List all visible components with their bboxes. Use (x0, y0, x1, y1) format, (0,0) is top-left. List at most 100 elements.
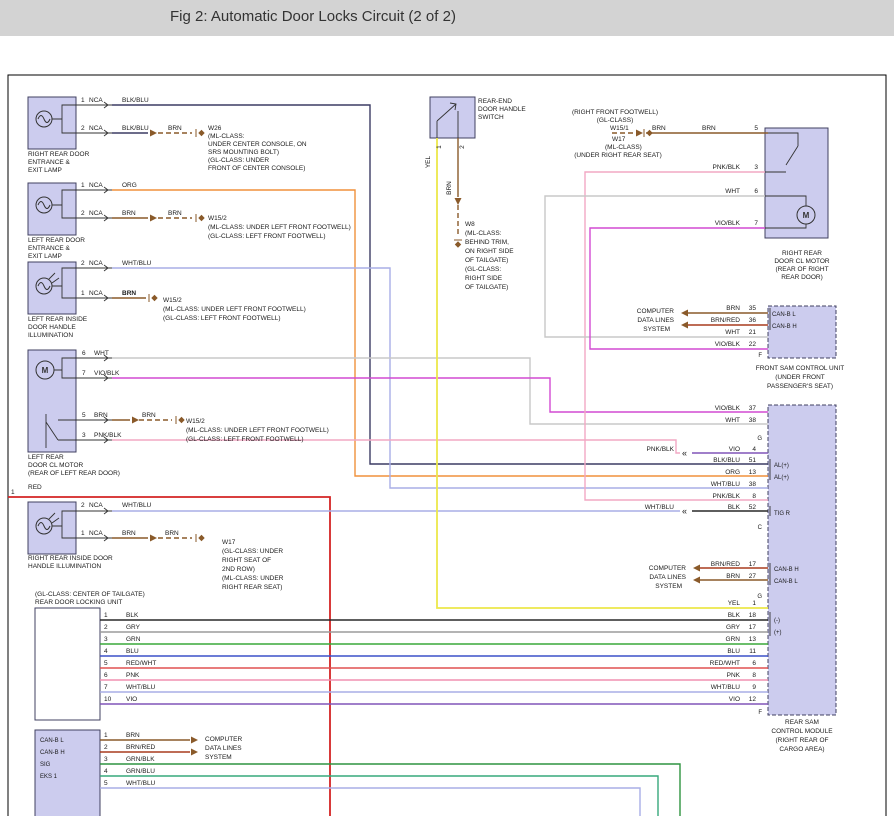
label-rear-end-16: REAR-END (478, 98, 512, 105)
label-gl-class-under-84: (GL-CLASS: UNDER (222, 548, 283, 555)
label-38-146: 38 (749, 481, 757, 488)
label-under-right-rear-seat-109: (UNDER RIGHT REAR SEAT) (574, 152, 662, 159)
label-illumination-8: ILLUMINATION (28, 332, 73, 339)
label-ml-class-under-left-front-footwell-78: (ML-CLASS: UNDER LEFT FRONT FOOTWELL) (163, 306, 306, 313)
label-brn-red-158: BRN/RED (711, 561, 741, 568)
label-nca-31: NCA (89, 97, 103, 104)
label-1-64: 1 (81, 530, 85, 537)
label-4-138: 4 (752, 446, 756, 453)
wire-grn-blu-30 (100, 776, 658, 816)
label-passenger-s-seat-25: PASSENGER'S SEAT) (767, 383, 833, 390)
label-brn-49: BRN (122, 290, 136, 297)
label--150: « (682, 506, 687, 516)
label-data-lines-117: DATA LINES (637, 317, 674, 324)
label-cargo-area-29: CARGO AREA) (779, 746, 824, 753)
data-line-arrow-left-icon (693, 577, 700, 584)
label-rear-door-locking-unit-15: REAR DOOR LOCKING UNIT (35, 599, 122, 606)
label-data-lines-217: DATA LINES (205, 745, 242, 752)
label-door-cl-motor-10: DOOR CL MOTOR (28, 462, 84, 469)
label-wht-blu-149: WHT/BLU (645, 504, 675, 511)
label-gl-class-94: (GL-CLASS: (465, 266, 501, 273)
label-7-115: 7 (754, 220, 758, 227)
label-10-200: 10 (104, 696, 112, 703)
label-switch-18: SWITCH (478, 114, 504, 121)
figure-title: Fig 2: Automatic Door Locks Circuit (2 o… (170, 8, 456, 25)
label-4-212: 4 (104, 768, 108, 775)
wire-yel-32 (437, 138, 768, 608)
label-computer-155: COMPUTER (649, 565, 687, 572)
label-gl-class-center-of-tailgate-14: (GL-CLASS: CENTER OF TAILGATE) (35, 591, 145, 598)
label-grn-173: GRN (726, 636, 741, 643)
wire-vio-blk-9 (112, 378, 768, 412)
label-5-194: 5 (104, 660, 108, 667)
label-org-142: ORG (725, 469, 740, 476)
label-control-module-27: CONTROL MODULE (771, 728, 833, 735)
label-system-218: SYSTEM (205, 754, 232, 761)
label-1-206: 1 (104, 732, 108, 739)
label-brn-161: BRN (726, 573, 740, 580)
wire-vio-blk-39 (590, 228, 768, 349)
label-wht-112: WHT (725, 188, 740, 195)
label-nca-48: NCA (89, 290, 103, 297)
label-blk-blu-35: BLK/BLU (122, 125, 149, 132)
label-pnk-blk-110: PNK/BLK (713, 164, 741, 171)
label-vio-blk-125: VIO/BLK (715, 341, 741, 348)
right-rear-door-cl-motor-box (765, 128, 828, 238)
label-blk-151: BLK (728, 504, 741, 511)
label-brn-42: BRN (122, 210, 136, 217)
label-blk-187: BLK (126, 612, 139, 619)
label-3-190: 3 (104, 636, 108, 643)
label-grn-blu-213: GRN/BLU (126, 768, 155, 775)
label-blk-blu-139: BLK/BLU (713, 457, 740, 464)
label-f-185: F (758, 710, 762, 716)
label-f-129: F (758, 353, 762, 359)
label-gl-class-102: (GL-CLASS) (597, 117, 633, 124)
label-yel-165: YEL (728, 600, 741, 607)
label-can-b-l-202: CAN-B L (40, 738, 64, 744)
label-system-118: SYSTEM (643, 326, 670, 333)
label-sig-204: SIG (40, 762, 51, 768)
label-of-tailgate-96: OF TAILGATE) (465, 284, 508, 291)
left-rear-entrance-exit-lamp-box (28, 183, 76, 235)
rear-door-locking-unit-box (35, 608, 100, 720)
label-gl-class-left-front-footwell-76: (GL-CLASS: LEFT FRONT FOOTWELL) (208, 233, 326, 240)
label-brn-56: BRN (142, 412, 156, 419)
label-wht-51: WHT (94, 350, 109, 357)
label-w15-2-74: W15/2 (208, 215, 227, 222)
label-vio-201: VIO (126, 696, 137, 703)
label-system-157: SYSTEM (655, 583, 682, 590)
label-blu-175: BLU (727, 648, 740, 655)
label-g-164: G (757, 594, 762, 600)
label-6-196: 6 (104, 672, 108, 679)
label-3-111: 3 (754, 164, 758, 171)
label-5-106: 5 (754, 125, 758, 132)
wire-wht-blu-31 (100, 788, 640, 816)
splice-arrow-right-icon (636, 130, 643, 137)
label-w15-1-103: W15/1 (610, 125, 629, 132)
label-brn-99: BRN (446, 181, 453, 195)
left-rear-door-cl-motor-box (28, 350, 76, 452)
label-brn-red-209: BRN/RED (126, 744, 156, 751)
label-51-140: 51 (749, 457, 757, 464)
label-pnk-blk-58: PNK/BLK (94, 432, 122, 439)
label-brn-red-121: BRN/RED (711, 317, 741, 324)
label-13-174: 13 (749, 636, 757, 643)
label-brn-104: BRN (652, 125, 666, 132)
label-front-of-center-console-73: FRONT OF CENTER CONSOLE) (208, 165, 305, 172)
label-ml-class-90: (ML-CLASS: (465, 230, 502, 237)
label-grn-191: GRN (126, 636, 141, 643)
splice-arrow-right-icon (150, 215, 157, 222)
label-2-33: 2 (81, 125, 85, 132)
data-line-arrow-left-icon (681, 322, 688, 329)
label-vio-137: VIO (729, 446, 740, 453)
label-w15-2-77: W15/2 (163, 297, 182, 304)
label-gry-189: GRY (126, 624, 141, 631)
label-2-44: 2 (81, 260, 85, 267)
label-37-131: 37 (749, 405, 757, 412)
label-brn-207: BRN (126, 732, 140, 739)
label-ml-class-108: (ML-CLASS) (605, 144, 642, 151)
label-gry-170: GRY (726, 624, 741, 631)
label-al-141: AL(+) (774, 463, 789, 469)
label-exit-lamp-5: EXIT LAMP (28, 253, 62, 260)
label-pnk-blk-135: PNK/BLK (647, 446, 675, 453)
